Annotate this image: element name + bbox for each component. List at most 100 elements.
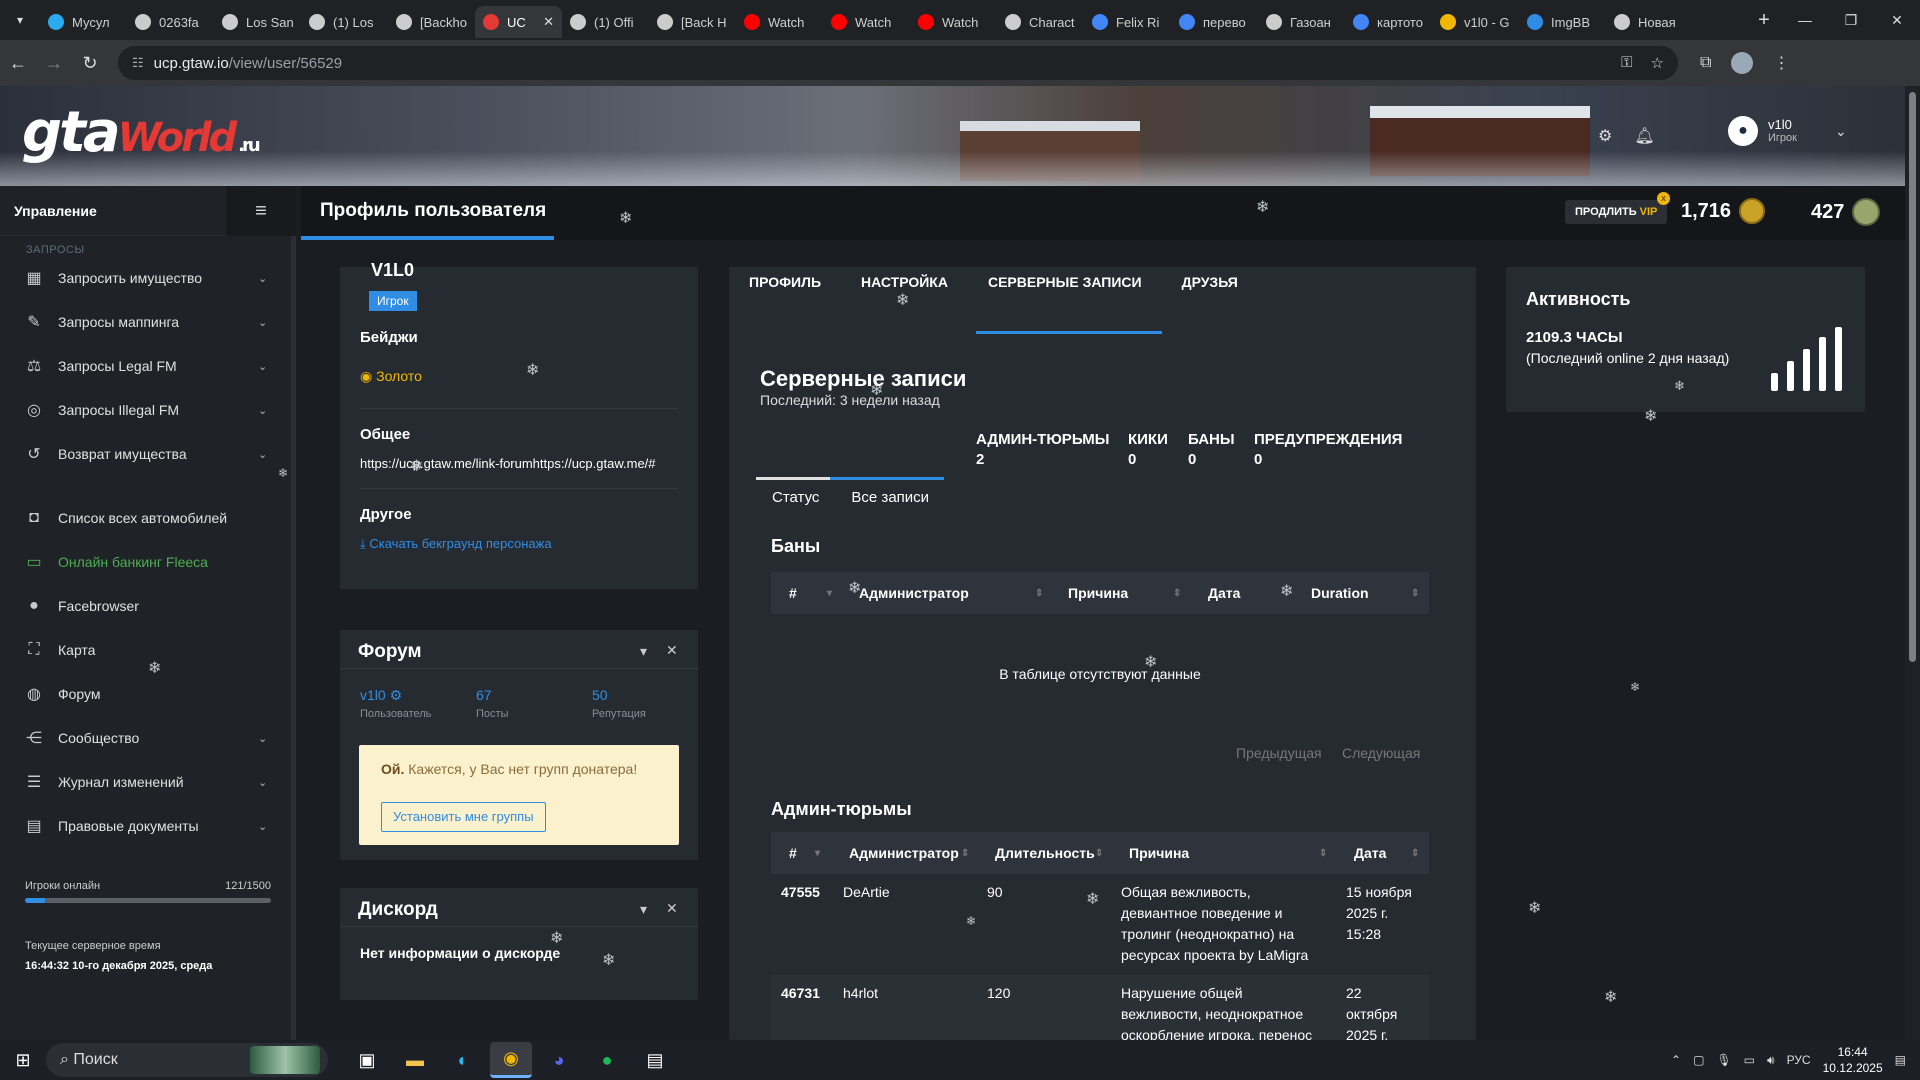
browser-tab[interactable]: (1) Offi [562,6,649,38]
sidebar-item[interactable]: ⛶ Карта [0,628,291,672]
close-icon[interactable]: ✕ [666,900,678,917]
file-explorer-icon[interactable]: ▬ [394,1042,436,1078]
microphone-icon[interactable]: 🎙︎ [1716,1053,1731,1067]
sidebar-item[interactable]: ◍ Форум [0,672,291,716]
extend-vip-button[interactable]: ПРОДЛИТЬ VIP [1565,200,1668,224]
browser-tab[interactable]: Los San [214,6,301,38]
chevron-down-icon[interactable]: ⌄ [1835,123,1847,140]
next-page-button[interactable]: Следующая [1342,745,1420,761]
col-reason[interactable]: Причина [1129,845,1189,861]
meet-icon[interactable]: ▢ [1693,1053,1704,1067]
browser-tab[interactable]: Новая [1606,6,1693,38]
browser-tab[interactable]: v1l0 - G [1432,6,1519,38]
sidebar-item[interactable]: ✎ Запросы маппинга ⌄ [0,300,291,344]
sidebar-item[interactable]: ◘ Список всех автомобилей [0,496,291,540]
forum-username[interactable]: v1l0 ⚙ [360,687,402,704]
restore-icon[interactable]: ❐ [1828,0,1874,40]
chrome-icon[interactable]: ◉ [490,1042,532,1078]
taskbar-clock[interactable]: 16:44 10.12.2025 [1823,1044,1883,1076]
browser-profile-avatar[interactable] [1731,52,1754,74]
subtab-all-records[interactable]: Все записи [835,477,945,518]
user-menu[interactable]: ● v1l0 Игрок ⌄ [1728,116,1847,146]
sidebar-item[interactable]: ▦ Запросить имущество ⌄ [0,256,291,300]
sidebar-section-label: ЗАПРОСЫ [26,244,85,256]
sidebar-item[interactable]: ↺ Возврат имущества ⌄ [0,432,291,476]
tab-profile[interactable]: ПРОФИЛЬ [729,266,841,330]
tab-search-button[interactable]: ▾ [0,0,40,40]
browser-tab[interactable]: картото [1345,6,1432,38]
close-icon[interactable]: ✕ [666,642,678,659]
bookmark-star-icon[interactable]: ☆ [1651,54,1664,72]
task-view-icon[interactable]: ▣ [346,1042,388,1078]
browser-tab[interactable]: UC ✕ [475,6,562,38]
browser-tab[interactable]: (1) Los [301,6,388,38]
page-scrollbar[interactable] [1905,86,1920,1040]
browser-tab[interactable]: Charact [997,6,1084,38]
browser-tab[interactable]: Мусул [40,6,127,38]
close-tab-icon[interactable]: ✕ [543,14,554,30]
site-info-icon[interactable]: ☷ [132,55,144,71]
sidebar-item[interactable]: ☰ Журнал изменений ⌄ [0,760,291,804]
notifications-icon[interactable]: ▤ [1895,1053,1906,1067]
browser-tab[interactable]: 0263fa [127,6,214,38]
password-key-icon[interactable]: ⚿ [1621,54,1632,72]
browser-tab[interactable]: [Backho [388,6,475,38]
prev-page-button[interactable]: Предыдущая [1236,745,1322,761]
tab-friends[interactable]: ДРУЗЬЯ [1162,266,1258,330]
reload-icon[interactable]: ↻ [72,53,108,74]
col-id[interactable]: # [789,585,797,601]
sidebar-item[interactable]: ● Facebrowser [0,584,291,628]
discord-icon[interactable]: ◕ [538,1042,580,1078]
col-duration[interactable]: Длительность [995,845,1095,861]
network-icon[interactable]: ▭ [1744,1053,1755,1067]
spotify-icon[interactable]: ● [586,1042,628,1078]
col-admin[interactable]: Администратор [859,585,969,601]
browser-tab[interactable]: Газоан [1258,6,1345,38]
download-background-link[interactable]: ⤓ Скачать бекграунд персонажа [360,536,552,552]
notifications-bell-icon[interactable]: 🔔︎ [1634,126,1654,146]
settings-gear-icon[interactable]: ⚙ [1598,126,1612,146]
subtab-status[interactable]: Статус [756,477,835,518]
scrollbar-thumb[interactable] [1909,92,1916,662]
new-tab-button[interactable]: + [1746,9,1782,32]
col-date[interactable]: Дата [1208,585,1240,601]
col-duration[interactable]: Duration [1311,585,1369,601]
browser-tab[interactable]: ImgBB [1519,6,1606,38]
language-indicator[interactable]: РУС [1787,1053,1811,1067]
windows-start-icon[interactable]: ⊞ [0,1050,46,1071]
volume-icon[interactable]: 🔊︎ [1767,1053,1775,1068]
sidebar-item[interactable]: ▤ Правовые документы ⌄ [0,804,291,848]
sidebar-item[interactable]: ⚖ Запросы Legal FM ⌄ [0,344,291,388]
col-reason[interactable]: Причина [1068,585,1128,601]
forward-icon[interactable]: → [36,53,72,74]
browser-tab[interactable]: перево [1171,6,1258,38]
sidebar-item[interactable]: ▭ Онлайн банкинг Fleeca [0,540,291,584]
browser-tab[interactable]: [Back H [649,6,736,38]
browser-menu-icon[interactable]: ⋮ [1773,53,1789,73]
browser-tab[interactable]: Watch [823,6,910,38]
sidebar-item[interactable]: ⋲ Сообщество ⌄ [0,716,291,760]
browser-tab[interactable]: Felix Ri [1084,6,1171,38]
browser-tab[interactable]: Watch [910,6,997,38]
url-input[interactable]: ☷ ucp.gtaw.io/view/user/56529 ⚿ ☆ [118,46,1678,80]
col-admin[interactable]: Администратор [849,845,959,861]
minimize-icon[interactable]: — [1782,0,1828,40]
extensions-icon[interactable]: ⧉ [1700,54,1711,72]
collapse-icon[interactable]: ▾ [640,643,647,660]
sidebar-item[interactable]: ◎ Запросы Illegal FM ⌄ [0,388,291,432]
col-id[interactable]: # [789,845,797,861]
site-logo[interactable]: gtaWorld .ru [22,100,261,165]
browser-tab[interactable]: Watch [736,6,823,38]
collapse-icon[interactable]: ▾ [640,901,647,918]
col-date[interactable]: Дата [1354,845,1386,861]
tray-chevron-icon[interactable]: ⌃ [1671,1053,1681,1067]
taskbar-search[interactable]: ⌕ Поиск [46,1043,328,1077]
app-window-icon[interactable]: ▤ [634,1042,676,1078]
edge-icon[interactable]: ◐ [442,1042,484,1078]
hamburger-menu-icon[interactable]: ≡ [226,186,296,236]
close-window-icon[interactable]: ✕ [1874,0,1920,40]
general-links[interactable]: https://ucp.gtaw.me/link-forumhttps://uc… [360,456,656,471]
back-icon[interactable]: ← [0,53,36,74]
set-groups-button[interactable]: Установить мне группы [381,802,546,832]
tab-server-records[interactable]: СЕРВЕРНЫЕ ЗАПИСИ [968,266,1162,330]
